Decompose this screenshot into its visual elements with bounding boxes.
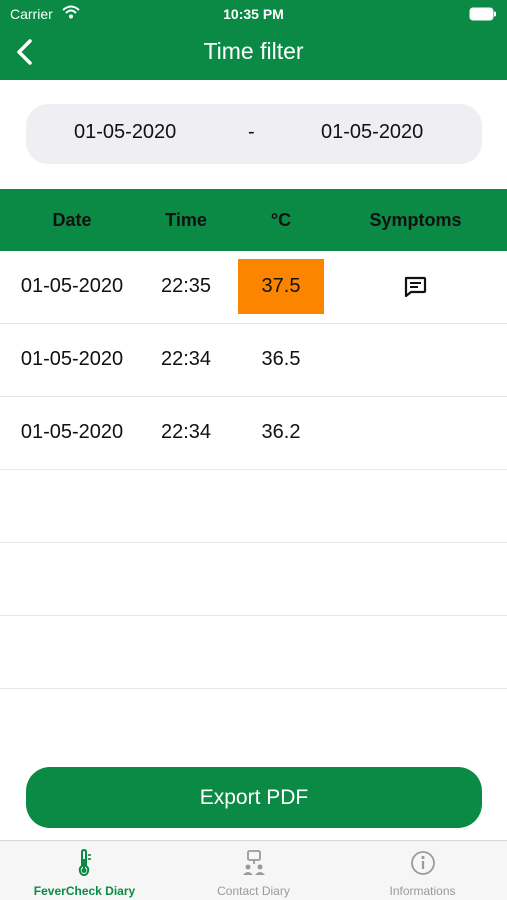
status-time: 10:35 PM: [223, 6, 284, 22]
date-from-field[interactable]: 01-05-2020: [74, 121, 176, 144]
row-temperature: 36.5: [261, 348, 301, 370]
date-separator: -: [248, 121, 255, 143]
status-bar: Carrier 10:35 PM: [0, 0, 507, 28]
row-time: 22:35: [160, 275, 212, 297]
column-header-temperature: °C: [270, 210, 292, 230]
export-pdf-button[interactable]: Export PDF: [26, 767, 482, 828]
table-header: Date Time °C Symptoms: [0, 189, 507, 251]
info-icon: [411, 851, 435, 875]
column-header-time: Time: [165, 210, 207, 230]
table-row[interactable]: 01-05-2020 22:34 36.5: [0, 324, 507, 397]
table-row[interactable]: 01-05-2020 22:35 37.5: [0, 251, 507, 324]
row-temperature: 36.2: [261, 421, 301, 443]
row-temperature: 37.5: [261, 275, 301, 297]
battery-icon: [469, 7, 496, 21]
column-header-date: Date: [52, 210, 92, 230]
thermometer-icon: [78, 849, 91, 877]
people-icon: [243, 850, 265, 875]
tab-label: FeverCheck Diary: [33, 884, 136, 898]
column-header-symptoms: Symptoms: [369, 210, 462, 230]
tab-label: Contact Diary: [217, 884, 290, 898]
message-icon[interactable]: [403, 276, 427, 298]
empty-row: [0, 616, 507, 689]
empty-row: [0, 543, 507, 616]
row-time: 22:34: [160, 348, 212, 370]
row-time: 22:34: [160, 421, 212, 443]
empty-row: [0, 470, 507, 543]
tab-contact-diary[interactable]: Contact Diary: [169, 841, 338, 900]
tab-informations[interactable]: Informations: [338, 841, 507, 900]
row-date: 01-05-2020: [20, 421, 124, 443]
row-date: 01-05-2020: [20, 348, 124, 370]
nav-header: Carrier 10:35 PM Time filter: [0, 0, 507, 80]
tab-fevercheck-diary[interactable]: FeverCheck Diary: [0, 841, 169, 900]
table-row[interactable]: 01-05-2020 22:34 36.2: [0, 397, 507, 470]
date-to-field[interactable]: 01-05-2020: [321, 121, 423, 144]
fever-temperature-badge: 37.5: [238, 259, 324, 314]
measurement-list: 01-05-2020 22:35 37.5 01-05-2020 22:34 3…: [0, 251, 507, 689]
tab-label: Informations: [389, 884, 456, 898]
row-date: 01-05-2020: [20, 275, 124, 297]
date-range-picker: 01-05-2020 - 01-05-2020: [26, 104, 482, 164]
tab-bar: FeverCheck Diary Contact Diary Informati…: [0, 840, 507, 900]
page-title: Time filter: [203, 38, 304, 64]
